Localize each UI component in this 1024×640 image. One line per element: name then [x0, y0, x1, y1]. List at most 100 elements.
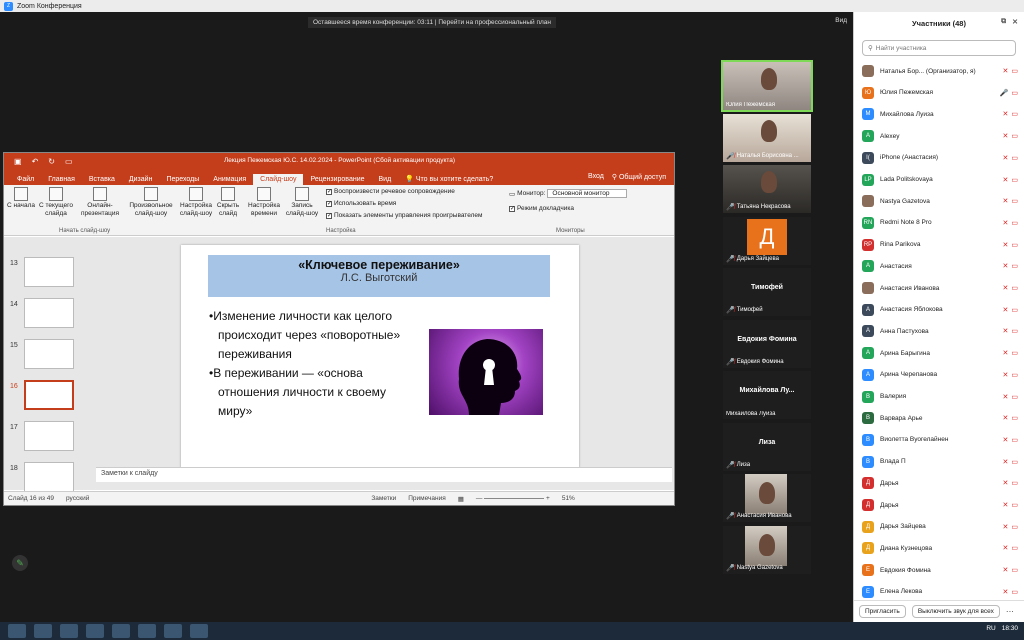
slide-thumbnail[interactable]: 16 — [8, 380, 80, 414]
view-normal-icon[interactable]: ▦ — [458, 495, 464, 503]
participant-row[interactable]: А Анастасия ✕ ▭ — [862, 256, 1018, 276]
participant-row[interactable]: Ю Юлия Пежемская 🎤 ▭ — [862, 83, 1018, 103]
tab-animation[interactable]: Анимация — [206, 174, 253, 185]
language-indicator[interactable]: RU — [986, 625, 995, 632]
window-title: Zoom Конференция — [17, 2, 82, 10]
tab-review[interactable]: Рецензирование — [303, 174, 371, 185]
participant-row[interactable]: Nastya Gazetova ✕ ▭ — [862, 191, 1018, 211]
from-start-button[interactable]: С начала — [6, 187, 36, 210]
view-button[interactable]: Вид — [835, 17, 847, 24]
participant-row[interactable]: А Арина Черепанова ✕ ▭ — [862, 365, 1018, 385]
globe-icon — [93, 187, 107, 201]
participant-row[interactable]: I(iPhone (Анастасия) ✕ ▭ — [862, 148, 1018, 168]
start-icon[interactable] — [8, 624, 26, 638]
participant-row[interactable]: RP Rina Parikova ✕ ▭ — [862, 235, 1018, 255]
tab-transitions[interactable]: Переходы — [159, 174, 206, 185]
participant-row[interactable]: LP Lada Politskovaya ✕ ▭ — [862, 170, 1018, 190]
undo-icon[interactable]: ↶ — [32, 157, 39, 166]
slide-thumbnail[interactable]: 15 — [8, 339, 80, 373]
video-tile[interactable]: Михайлова Лу... Михайлова Луиза — [723, 371, 811, 419]
slideshow-qa-icon[interactable]: ▭ — [65, 157, 73, 166]
mute-all-button[interactable]: Выключить звук для всех — [911, 605, 1000, 618]
participant-row[interactable]: Д Дарья ✕ ▭ — [862, 473, 1018, 493]
participant-row[interactable]: Д Дарья Зайцева ✕ ▭ — [862, 517, 1018, 537]
tell-me-box[interactable]: 💡 Что вы хотите сделать? — [398, 173, 500, 185]
ie-icon[interactable] — [34, 624, 52, 638]
participant-name: Юлия Пежемская — [880, 89, 934, 97]
annotate-pen-icon[interactable]: ✎ — [12, 555, 28, 571]
rehearse-button[interactable]: Настройка времени — [246, 187, 282, 218]
tab-view[interactable]: Вид — [372, 174, 399, 185]
notes-pane[interactable]: Заметки к слайду — [96, 467, 672, 482]
participant-row[interactable]: М Михайлова Луиза ✕ ▭ — [862, 104, 1018, 124]
slide-thumbnail[interactable]: 17 — [8, 421, 80, 455]
zoom-level[interactable]: 51% — [562, 495, 575, 502]
tab-insert[interactable]: Вставка — [82, 174, 122, 185]
participant-row[interactable]: Д Дарья ✕ ▭ — [862, 495, 1018, 515]
participant-row[interactable]: В Варвара Арье ✕ ▭ — [862, 408, 1018, 428]
clock[interactable]: 18:30 — [1002, 625, 1018, 632]
participant-row[interactable]: В Влада П ✕ ▭ — [862, 452, 1018, 472]
media-controls-checkbox[interactable]: ✓ Показать элементы управления проигрыват… — [326, 212, 482, 219]
participant-avatar: А — [862, 325, 874, 338]
redo-icon[interactable]: ↻ — [48, 157, 55, 166]
avatar: Д — [747, 218, 787, 255]
video-tile[interactable]: 🎤̸ Nastya Gazetova — [723, 525, 811, 574]
video-tile[interactable]: Евдокия Фомина 🎤̸ Евдокия Фомина — [723, 319, 811, 368]
close-icon[interactable]: ✕ — [1012, 18, 1018, 26]
online-present-button[interactable]: Онлайн-презентация — [76, 187, 124, 218]
slide-thumbnail[interactable]: 14 — [8, 298, 80, 332]
zoom-slider[interactable]: — + — [476, 495, 550, 502]
participant-search-input[interactable]: ⚲ Найти участника — [862, 40, 1016, 56]
word-icon[interactable] — [112, 624, 130, 638]
notes-toggle[interactable]: Заметки — [371, 495, 396, 502]
save-icon[interactable]: ▣ — [14, 157, 22, 166]
explorer-icon[interactable] — [60, 624, 78, 638]
use-timings-checkbox[interactable]: ✓ Использовать время — [326, 200, 396, 207]
video-tile[interactable]: Юлия Пежемская — [721, 60, 813, 112]
custom-show-button[interactable]: Произвольное слайд-шоу — [124, 187, 178, 218]
slide-thumbnail[interactable]: 13 — [8, 257, 80, 291]
zoom-icon[interactable] — [190, 624, 208, 638]
time-banner[interactable]: Оставшееся время конференции: 03:11 | Пе… — [308, 17, 556, 28]
video-tile[interactable]: Лиза 🎤̸ Лиза — [723, 422, 811, 471]
comments-toggle[interactable]: Примечания — [408, 495, 446, 502]
participant-row[interactable]: Е Елена Лекова ✕ ▭ — [862, 582, 1018, 602]
presenter-view-checkbox[interactable]: ✓ Режим докладчика — [509, 205, 574, 212]
powerpoint-icon[interactable] — [164, 624, 182, 638]
login-link[interactable]: Вход — [588, 173, 604, 181]
tab-home[interactable]: Главная — [41, 174, 82, 185]
invite-button[interactable]: Пригласить — [859, 605, 906, 618]
participant-row[interactable]: А Анна Пастухова ✕ ▭ — [862, 321, 1018, 341]
participant-row[interactable]: Е Евдокия Фомина ✕ ▭ — [862, 560, 1018, 580]
chrome-icon[interactable] — [138, 624, 156, 638]
participant-row[interactable]: А Арина Барыгина ✕ ▭ — [862, 343, 1018, 363]
media-icon[interactable] — [86, 624, 104, 638]
video-tile[interactable]: 🎤̸ Наталья Борисовна ... — [723, 113, 811, 162]
participant-row[interactable]: В Виолетта Вуогелайнен ✕ ▭ — [862, 430, 1018, 450]
more-icon[interactable]: ··· — [1006, 607, 1014, 616]
record-button[interactable]: Запись слайд-шоу — [282, 187, 322, 218]
participant-row[interactable]: А Анастасия Яблокова ✕ ▭ — [862, 300, 1018, 320]
hide-slide-button[interactable]: Скрыть слайд — [214, 187, 242, 218]
video-tile[interactable]: 🎤̸ Татьяна Некрасова — [723, 165, 811, 213]
participant-row[interactable]: В Валерия ✕ ▭ — [862, 387, 1018, 407]
tab-slideshow[interactable]: Слайд-шоу — [253, 174, 304, 185]
tab-file[interactable]: Файл — [10, 174, 41, 185]
participant-row[interactable]: RN Redmi Note 8 Pro ✕ ▭ — [862, 213, 1018, 233]
share-button[interactable]: ⚲ Общий доступ — [612, 173, 666, 181]
video-tile[interactable]: Д 🎤̸ Дарья Зайцева — [723, 216, 811, 265]
video-tile[interactable]: 🎤̸ Анастасия Иванова — [723, 474, 811, 522]
from-start-label: С начала — [7, 202, 35, 209]
video-tile[interactable]: Тимофей 🎤̸ Тимофей — [723, 268, 811, 316]
participant-row[interactable]: Наталья Бор... (Организатор, я) ✕ ▭ — [862, 61, 1018, 81]
tab-design[interactable]: Дизайн — [122, 174, 160, 185]
popout-icon[interactable]: ⧉ — [1001, 18, 1006, 26]
from-current-button[interactable]: С текущего слайда — [37, 187, 75, 218]
participant-row[interactable]: Анастасия Иванова ✕ ▭ — [862, 278, 1018, 298]
participant-row[interactable]: Д Диана Кузнецова ✕ ▭ — [862, 538, 1018, 558]
setup-show-button[interactable]: Настройка слайд-шоу — [178, 187, 214, 218]
participant-row[interactable]: A Alexey ✕ ▭ — [862, 126, 1018, 146]
monitor-select[interactable]: ▭ Монитор: Основной монитор — [509, 189, 628, 198]
narration-checkbox[interactable]: ✓ Воспроизвести речевое сопровождение — [326, 188, 455, 195]
